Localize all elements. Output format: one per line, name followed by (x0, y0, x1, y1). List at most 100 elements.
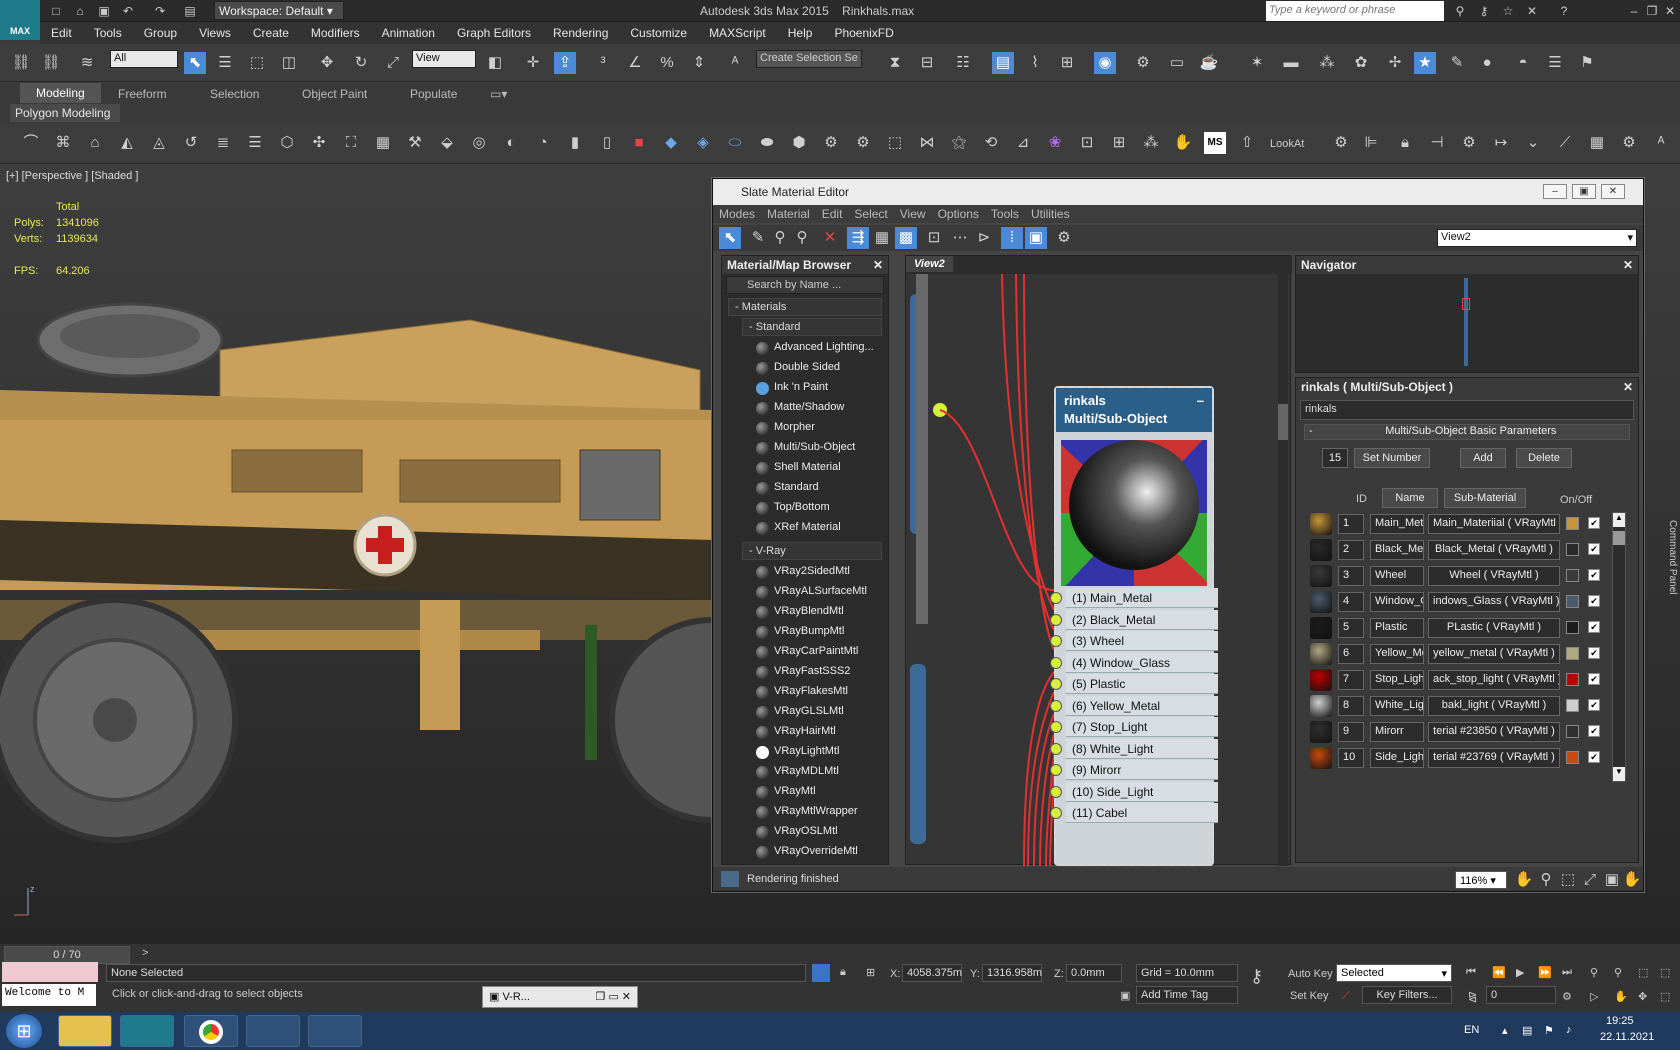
vray-proxy-icon[interactable]: ⚑ (1576, 52, 1598, 74)
ribbon-options-icon[interactable]: ▭▾ (490, 87, 507, 101)
selection-filter-dropdown[interactable]: All (110, 50, 178, 68)
vray-icon-4[interactable]: ✿ (1350, 52, 1372, 74)
material-name-field[interactable]: rinkals (1300, 400, 1634, 420)
sub-color-swatch[interactable] (1566, 751, 1579, 764)
sme-layout-children-icon[interactable]: ⊳ (973, 227, 995, 249)
standard-item[interactable]: Matte/Shadow (756, 398, 888, 418)
standard-item[interactable]: XRef Material (756, 518, 888, 538)
menu-help[interactable]: Help (777, 22, 824, 44)
box-icon[interactable]: ⬢ (788, 132, 810, 154)
named-selection-dropdown[interactable]: Create Selection Se (756, 50, 862, 68)
pivot-center-icon[interactable]: ◧ (484, 52, 506, 74)
key-mode-toggle-icon[interactable]: ⧎ (1468, 990, 1477, 1003)
sub-material-button[interactable]: indows_Glass ( VRayMtl ) (1428, 592, 1560, 612)
tool-icon-25[interactable]: ⚙ (852, 132, 874, 154)
close-icon[interactable]: ✕ (1662, 3, 1678, 19)
add-time-tag[interactable]: Add Time Tag (1136, 986, 1238, 1004)
sub-id-field[interactable]: 9 (1338, 722, 1364, 742)
menu-animation[interactable]: Animation (371, 22, 446, 44)
sme-select-by-material-icon[interactable]: ⚙ (1053, 227, 1075, 249)
tab-populate[interactable]: Populate (410, 87, 457, 101)
node-slot[interactable]: (6) Yellow_Metal (1050, 695, 1218, 716)
goto-start-icon[interactable]: ⏮ (1466, 966, 1476, 979)
time-tag-icon[interactable]: ▣ (1120, 989, 1130, 1002)
start-button[interactable]: ⊞ (6, 1014, 42, 1048)
sub-id-field[interactable]: 3 (1338, 566, 1364, 586)
volume-icon[interactable]: ♪ (1566, 1024, 1572, 1036)
basic-params-rollout[interactable]: - Multi/Sub-Object Basic Parameters (1304, 424, 1630, 440)
sub-material-button[interactable]: Black_Metal ( VRayMtl ) (1428, 540, 1560, 560)
sub-name-field[interactable]: Black_Meta (1370, 540, 1424, 560)
sub-onoff-checkbox[interactable]: ✔ (1588, 647, 1600, 659)
sub-onoff-checkbox[interactable]: ✔ (1588, 725, 1600, 737)
sub-color-swatch[interactable] (1566, 517, 1579, 530)
sub-name-field[interactable]: Stop_Light (1370, 670, 1424, 690)
keyboard-shortcut-override-icon[interactable]: ⇪ (554, 52, 576, 74)
sme-menu-tools[interactable]: Tools (985, 205, 1025, 223)
sme-close-button[interactable]: ✕ (1601, 184, 1625, 199)
sub-onoff-checkbox[interactable]: ✔ (1588, 751, 1600, 763)
graph-icon[interactable]: ⊿ (1012, 132, 1034, 154)
sme-assign-icon[interactable]: ⚲ (791, 227, 813, 249)
vray-item[interactable]: VRayOSLMtl (756, 822, 888, 842)
time-slider-next-icon[interactable]: > (142, 947, 148, 959)
slot-input-socket[interactable] (1050, 678, 1062, 690)
sub-material-thumbnail[interactable] (1310, 669, 1332, 691)
tool-icon-33[interactable]: ⊞ (1108, 132, 1130, 154)
tool-icon-24[interactable]: ⚙ (820, 132, 842, 154)
header-name-button[interactable]: Name (1382, 488, 1438, 508)
selection-lock-icon[interactable]: 🔒︎ (840, 966, 846, 979)
tool-icon-7[interactable]: ≣ (212, 132, 234, 154)
maxscript-listener-pink[interactable] (2, 962, 98, 982)
vray-icon-1[interactable]: ✶ (1246, 52, 1268, 74)
node-collapse-icon[interactable]: – (1197, 392, 1204, 410)
sub-color-swatch[interactable] (1566, 673, 1579, 686)
lookat-label[interactable]: LookAt (1270, 138, 1304, 150)
sme-title-bar[interactable]: Slate Material Editor (713, 179, 1643, 205)
rendered-frame-icon[interactable]: ▭ (1166, 52, 1188, 74)
language-indicator[interactable]: EN (1464, 1024, 1479, 1036)
tool-icon-13[interactable]: ⚒ (404, 132, 426, 154)
zoom-icon[interactable]: ⚲ (1535, 869, 1557, 891)
red-box-icon[interactable]: ■ (628, 132, 650, 154)
render-production-icon[interactable]: ☕ (1198, 52, 1220, 74)
sub-material-button[interactable]: yellow_metal ( VRayMtl ) (1428, 644, 1560, 664)
menu-tools[interactable]: Tools (83, 22, 133, 44)
tool-icon-44[interactable]: ⟋ (1554, 132, 1576, 154)
params-close-icon[interactable]: ✕ (1623, 380, 1633, 394)
time-config-icon[interactable]: ⚙ (1562, 990, 1572, 1003)
menu-customize[interactable]: Customize (619, 22, 698, 44)
standard-item[interactable]: Shell Material (756, 458, 888, 478)
vray-item[interactable]: VRayBumpMtl (756, 622, 888, 642)
absolute-mode-icon[interactable]: ⊞ (866, 966, 875, 979)
sub-id-field[interactable]: 5 (1338, 618, 1364, 638)
sub-material-thumbnail[interactable] (1310, 513, 1332, 535)
tool-icon-45[interactable]: ▦ (1586, 132, 1608, 154)
sub-material-button[interactable]: Main_Materiial ( VRayMtl ) (1428, 514, 1560, 534)
checker-icon[interactable]: ▦ (372, 132, 394, 154)
tool-icon-17[interactable]: ◔ (532, 132, 554, 154)
key-mode-dropdown[interactable]: Selected ▾ (1336, 964, 1452, 982)
curve-editor-icon[interactable]: ⌇ (1024, 52, 1046, 74)
sub-id-field[interactable]: 10 (1338, 748, 1364, 768)
sub-id-field[interactable]: 6 (1338, 644, 1364, 664)
tool-icon-28[interactable]: ⚝ (948, 132, 970, 154)
vray-item[interactable]: VRayOverrideMtl (756, 842, 888, 862)
orbit-icon[interactable]: ✥ (1638, 990, 1647, 1003)
restore-icon[interactable]: ❐ (1644, 3, 1660, 19)
window-crossing-icon[interactable]: ◫ (278, 52, 300, 74)
current-frame-field[interactable]: 0 (1486, 986, 1556, 1004)
key-curve-icon[interactable]: ⟋ (1342, 990, 1350, 1003)
slot-input-socket[interactable] (1050, 656, 1062, 669)
blue-box-icon[interactable]: ◆ (660, 132, 682, 154)
mirror-icon[interactable]: ⧗ (884, 52, 906, 74)
vray-light-icon[interactable]: ✎ (1446, 52, 1468, 74)
zoom-extents-all-icon[interactable]: ⬚ (1660, 966, 1670, 979)
app-taskbar-icon[interactable] (308, 1015, 362, 1047)
sme-pick-icon[interactable]: ✎ (747, 227, 769, 249)
vray-item[interactable]: VRayGLSLMtl (756, 702, 888, 722)
vray-icon-2[interactable]: ▬ (1280, 52, 1302, 74)
sub-color-swatch[interactable] (1566, 725, 1579, 738)
star-icon[interactable]: ☆ (1500, 3, 1516, 19)
node-slot[interactable]: (9) Mirorr (1050, 760, 1218, 780)
